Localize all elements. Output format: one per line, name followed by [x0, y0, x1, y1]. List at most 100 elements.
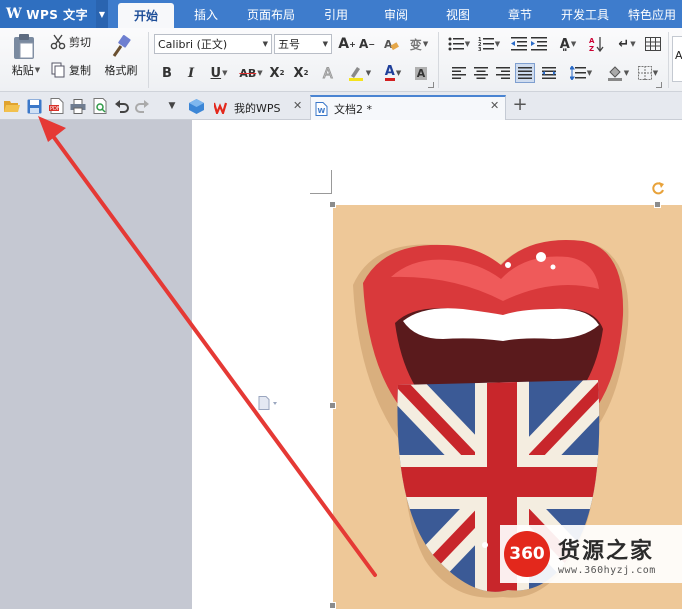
paragraph-dialog-launcher-icon[interactable]: [656, 82, 662, 88]
border-icon: [637, 66, 652, 80]
open-button[interactable]: [4, 98, 20, 114]
font-dialog-launcher-icon[interactable]: [428, 82, 434, 88]
customize-toolbar-icon[interactable]: ▼: [164, 98, 180, 114]
tab-special-apps[interactable]: 特色应用: [622, 0, 682, 28]
margin-corner-mark: [310, 170, 332, 194]
close-icon[interactable]: ✕: [490, 99, 499, 112]
distributed-button[interactable]: [540, 64, 558, 82]
strikethrough-button[interactable]: AB ▼: [236, 64, 266, 82]
cloud-docs-button[interactable]: [188, 98, 204, 114]
format-painter-button[interactable]: [104, 32, 138, 62]
redo-button[interactable]: [134, 98, 150, 114]
show-marks-button[interactable]: ↵ ▼: [614, 35, 640, 53]
align-right-button[interactable]: [494, 64, 512, 82]
watermark-url: www.360hyzj.com: [558, 564, 656, 576]
site-watermark: 360 货源之家 www.360hyzj.com: [500, 525, 682, 583]
doc-tab-document2[interactable]: W 文档2 *: [310, 95, 506, 120]
tab-review[interactable]: 审阅: [370, 0, 422, 28]
tab-insert[interactable]: 插入: [180, 0, 232, 28]
print-button[interactable]: [70, 98, 86, 114]
line-spacing-button[interactable]: ▼: [568, 64, 594, 82]
tab-references[interactable]: 引用: [310, 0, 362, 28]
chevron-down-icon: ▼: [322, 40, 328, 48]
line-spacing-icon: [569, 66, 586, 80]
justify-icon: [518, 67, 532, 79]
app-title: WPS 文字: [26, 7, 89, 22]
export-pdf-button[interactable]: PDF: [48, 98, 64, 114]
resize-handle-bottom-left[interactable]: [329, 602, 336, 609]
resize-handle-top-left[interactable]: [329, 201, 336, 208]
table-button[interactable]: [644, 35, 662, 53]
paste-dropdown[interactable]: 粘贴 ▼: [6, 62, 46, 78]
cut-button[interactable]: 剪切: [50, 32, 98, 52]
align-center-button[interactable]: [472, 64, 490, 82]
sort-button[interactable]: AZ: [588, 35, 606, 53]
rotate-handle[interactable]: [650, 180, 666, 196]
paste-button[interactable]: [6, 32, 42, 62]
phonetic-guide-button[interactable]: 变 ▼: [406, 35, 432, 53]
borders-button[interactable]: ▼: [634, 64, 662, 82]
paint-bucket-icon: [607, 66, 622, 81]
justify-button[interactable]: [515, 63, 535, 83]
chinese-layout-icon: A͈: [559, 36, 570, 52]
highlighter-icon: [348, 67, 363, 81]
increase-indent-button[interactable]: [530, 35, 548, 53]
underline-button[interactable]: U ▼: [206, 64, 232, 82]
redo-icon: [135, 100, 149, 113]
bold-button[interactable]: B: [158, 64, 176, 82]
style-preview: A: [675, 49, 682, 62]
app-menu-button[interactable]: W WPS 文字: [0, 0, 96, 28]
quick-access-toolbar: PDF ▼ 我的WPS ✕ W 文档2 * ✕ +: [0, 92, 682, 120]
align-left-icon: [452, 67, 466, 79]
ribbon-divider: [148, 32, 149, 88]
svg-text:Z: Z: [589, 45, 594, 52]
watermark-name: 货源之家: [558, 537, 655, 564]
italic-button[interactable]: I: [182, 64, 200, 82]
copy-icon: [51, 62, 65, 78]
shrink-font-button[interactable]: A −: [358, 35, 376, 53]
tab-start[interactable]: 开始: [118, 3, 174, 28]
text-effect-button[interactable]: A: [320, 64, 338, 82]
close-icon[interactable]: ✕: [293, 99, 302, 112]
undo-button[interactable]: [114, 98, 130, 114]
tab-page-layout[interactable]: 页面布局: [238, 0, 304, 28]
svg-text:W: W: [318, 107, 326, 115]
align-center-icon: [474, 67, 488, 79]
tab-developer-tools[interactable]: 开发工具: [552, 0, 618, 28]
save-button[interactable]: [26, 98, 42, 114]
numbering-button[interactable]: 1 2 3 ▼: [476, 35, 502, 53]
resize-handle-top[interactable]: [654, 201, 661, 208]
resize-handle-left[interactable]: [329, 402, 336, 409]
font-color-button[interactable]: A ▼: [378, 64, 408, 82]
tab-view[interactable]: 视图: [432, 0, 484, 28]
font-name-value: Calibri (正文): [158, 38, 228, 51]
shading-button[interactable]: ▼: [604, 64, 632, 82]
grow-font-button[interactable]: A +: [338, 35, 356, 53]
tab-chapter[interactable]: 章节: [494, 0, 546, 28]
char-shading-button[interactable]: A: [412, 64, 430, 82]
outdent-icon: [511, 37, 527, 51]
chinese-layout-button[interactable]: A͈ ▼: [554, 35, 582, 53]
layout-options-icon[interactable]: [258, 396, 280, 413]
clear-format-button[interactable]: A: [382, 35, 400, 53]
watermark-badge: 360: [504, 531, 550, 577]
highlight-button[interactable]: ▼: [344, 64, 374, 82]
rotate-icon: [652, 182, 664, 195]
app-menu-dropdown-icon[interactable]: ▼: [96, 0, 108, 28]
new-tab-button[interactable]: +: [512, 94, 528, 115]
brush-icon: [112, 35, 131, 57]
save-icon: [27, 99, 41, 113]
font-size-select[interactable]: 五号 ▼: [274, 34, 332, 54]
superscript-button[interactable]: X2: [268, 64, 286, 82]
copy-button[interactable]: 复制: [50, 60, 98, 80]
text-effect-icon: A: [323, 66, 334, 82]
print-preview-button[interactable]: [92, 98, 108, 114]
font-name-select[interactable]: Calibri (正文) ▼: [154, 34, 272, 54]
align-left-button[interactable]: [450, 64, 468, 82]
clipboard-icon: [14, 34, 34, 59]
bullets-button[interactable]: ▼: [446, 35, 472, 53]
phonetic-icon: 变: [409, 37, 422, 52]
style-gallery[interactable]: A: [672, 36, 682, 82]
decrease-indent-button[interactable]: [510, 35, 528, 53]
subscript-button[interactable]: X2: [292, 64, 310, 82]
